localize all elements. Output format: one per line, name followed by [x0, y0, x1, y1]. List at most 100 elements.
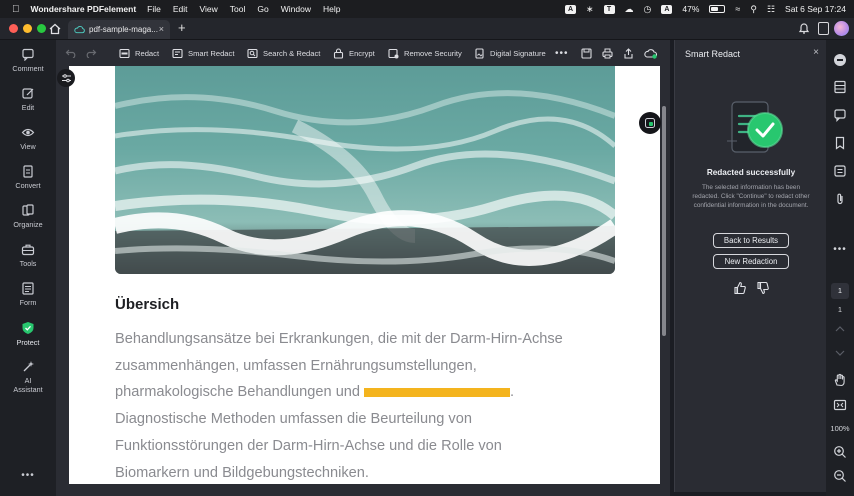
- menu-window[interactable]: Window: [281, 4, 311, 14]
- close-window-button[interactable]: [9, 24, 18, 33]
- fit-page-icon[interactable]: [833, 398, 847, 412]
- apple-menu-icon[interactable]: : [12, 4, 20, 15]
- thumbs-down-icon[interactable]: [756, 281, 770, 295]
- encrypt-button[interactable]: Encrypt: [333, 40, 375, 66]
- sidebar-item-organize[interactable]: Organize: [0, 204, 56, 229]
- sidebar-item-edit[interactable]: Edit: [0, 87, 56, 112]
- close-icon[interactable]: ×: [813, 47, 819, 58]
- t-app-icon[interactable]: T: [603, 4, 615, 14]
- control-center-icon[interactable]: ☷: [767, 4, 775, 15]
- smart-redact-panel: Smart Redact × Redacted successfully The…: [674, 40, 826, 492]
- home-icon[interactable]: [48, 22, 62, 36]
- chevron-up-icon[interactable]: [833, 324, 847, 334]
- date-time[interactable]: Sat 6 Sep 17:24: [785, 4, 846, 14]
- undo-button[interactable]: [65, 40, 77, 66]
- toolbar-more-button[interactable]: •••: [555, 40, 569, 66]
- menu-edit[interactable]: Edit: [173, 4, 188, 14]
- remove-security-icon: [388, 48, 399, 58]
- ai-badge-button[interactable]: [639, 112, 661, 134]
- redact-button[interactable]: Redact: [119, 40, 159, 66]
- zoom-window-button[interactable]: [37, 24, 46, 33]
- sidebar-item-label: Convert: [15, 181, 41, 190]
- avatar[interactable]: [834, 21, 849, 36]
- fields-icon[interactable]: [833, 164, 847, 178]
- search-icon[interactable]: ⚲: [750, 4, 757, 15]
- zoom-out-icon[interactable]: [833, 469, 847, 483]
- filter-settings-button[interactable]: [57, 69, 75, 87]
- text-line: Diagnostische Methoden umfassen die Beur…: [115, 411, 472, 428]
- comments-panel-icon[interactable]: [833, 108, 847, 122]
- pdf-page[interactable]: Übersich Behandlungsansätze bei Erkranku…: [69, 66, 660, 484]
- remove-security-button[interactable]: Remove Security: [388, 40, 462, 66]
- hand-tool-icon[interactable]: [833, 373, 847, 387]
- bookmark-icon[interactable]: [833, 136, 847, 150]
- sidebar-item-label: Tools: [19, 259, 37, 268]
- menu-view[interactable]: View: [200, 4, 218, 14]
- document-tab-label: pdf-sample-maga...: [89, 25, 158, 34]
- document-tab[interactable]: pdf-sample-maga... ×: [68, 20, 170, 39]
- sidebar-item-tools[interactable]: Tools: [0, 243, 56, 268]
- sidebar-item-label: Comment: [12, 64, 44, 73]
- sidebar-item-view[interactable]: View: [0, 126, 56, 151]
- menu-tool[interactable]: Tool: [230, 4, 246, 14]
- sidebar-item-ai-assistant[interactable]: AI Assistant: [0, 360, 56, 394]
- menu-file[interactable]: File: [147, 4, 161, 14]
- sidebar-item-protect[interactable]: Protect: [0, 321, 56, 347]
- form-icon: [22, 282, 34, 295]
- redo-button[interactable]: [85, 40, 97, 66]
- a-input-icon[interactable]: A: [564, 4, 576, 14]
- digital-signature-button[interactable]: Digital Signature: [474, 40, 546, 66]
- share-button[interactable]: [623, 40, 634, 66]
- a-keyboard-icon[interactable]: A: [661, 4, 673, 14]
- ai-assistant-icon[interactable]: [833, 53, 847, 67]
- sidebar-more-button[interactable]: •••: [0, 470, 56, 481]
- sidebar-item-label: View: [20, 142, 36, 151]
- search-redact-button[interactable]: Search & Redact: [247, 40, 320, 66]
- minimize-window-button[interactable]: [23, 24, 32, 33]
- cloud-upload-button[interactable]: [644, 40, 657, 66]
- sidebar-item-label: Protect: [16, 338, 40, 347]
- wifi-icon[interactable]: ≈: [735, 4, 740, 14]
- back-to-results-button[interactable]: Back to Results: [713, 233, 789, 248]
- current-page-input[interactable]: 1: [831, 283, 849, 299]
- smart-redact-label: Smart Redact: [188, 48, 235, 58]
- document-canvas[interactable]: Übersich Behandlungsansätze bei Erkranku…: [56, 66, 670, 496]
- sparkle-icon: [23, 361, 34, 372]
- zoom-level[interactable]: 100%: [826, 424, 854, 433]
- sidebar-item-form[interactable]: Form: [0, 282, 56, 307]
- print-button[interactable]: [602, 40, 613, 66]
- clock-icon[interactable]: ◷: [644, 4, 652, 15]
- smart-redact-button[interactable]: Smart Redact: [172, 40, 234, 66]
- battery-icon[interactable]: [709, 5, 726, 13]
- bell-icon[interactable]: [798, 22, 810, 35]
- sidebar-item-label: Organize: [13, 220, 43, 229]
- new-redaction-button[interactable]: New Redaction: [713, 254, 789, 269]
- bluetooth-icon[interactable]: ∗: [586, 4, 594, 15]
- app-name-menu[interactable]: Wondershare PDFelement: [31, 4, 137, 14]
- menu-go[interactable]: Go: [257, 4, 268, 14]
- redaction-mark[interactable]: [364, 388, 511, 398]
- encrypt-label: Encrypt: [349, 48, 375, 58]
- zoom-in-icon[interactable]: [833, 445, 847, 459]
- vertical-scrollbar[interactable]: [662, 106, 666, 336]
- sidebar-item-convert[interactable]: Convert: [0, 165, 56, 190]
- menu-bar-status-area: A ∗ T ☁ ◷ A 47% ≈ ⚲ ☷ Sat 6 Sep 17:24: [564, 0, 846, 18]
- rail-more-button[interactable]: •••: [826, 244, 854, 255]
- menu-help[interactable]: Help: [323, 4, 340, 14]
- chevron-down-icon[interactable]: [833, 348, 847, 358]
- attachment-icon[interactable]: [833, 192, 847, 206]
- text-line: Behandlungsansätze bei Erkrankungen, die…: [115, 331, 563, 347]
- thumbnails-icon[interactable]: [833, 80, 847, 94]
- window-controls: [9, 24, 46, 33]
- cloud-sync-icon[interactable]: ☁: [625, 4, 634, 15]
- redo-icon: [86, 49, 97, 58]
- sidebar-item-comment[interactable]: Comment: [0, 48, 56, 73]
- close-tab-icon[interactable]: ×: [159, 24, 164, 34]
- thumbs-up-icon[interactable]: [733, 281, 747, 295]
- body-paragraph: Behandlungsansätze bei Erkrankungen, die…: [115, 326, 655, 484]
- comment-icon: [22, 48, 34, 61]
- save-button[interactable]: [581, 40, 592, 66]
- new-tab-button[interactable]: +: [178, 20, 186, 35]
- printer-icon: [602, 48, 613, 58]
- tablet-icon[interactable]: [818, 22, 829, 35]
